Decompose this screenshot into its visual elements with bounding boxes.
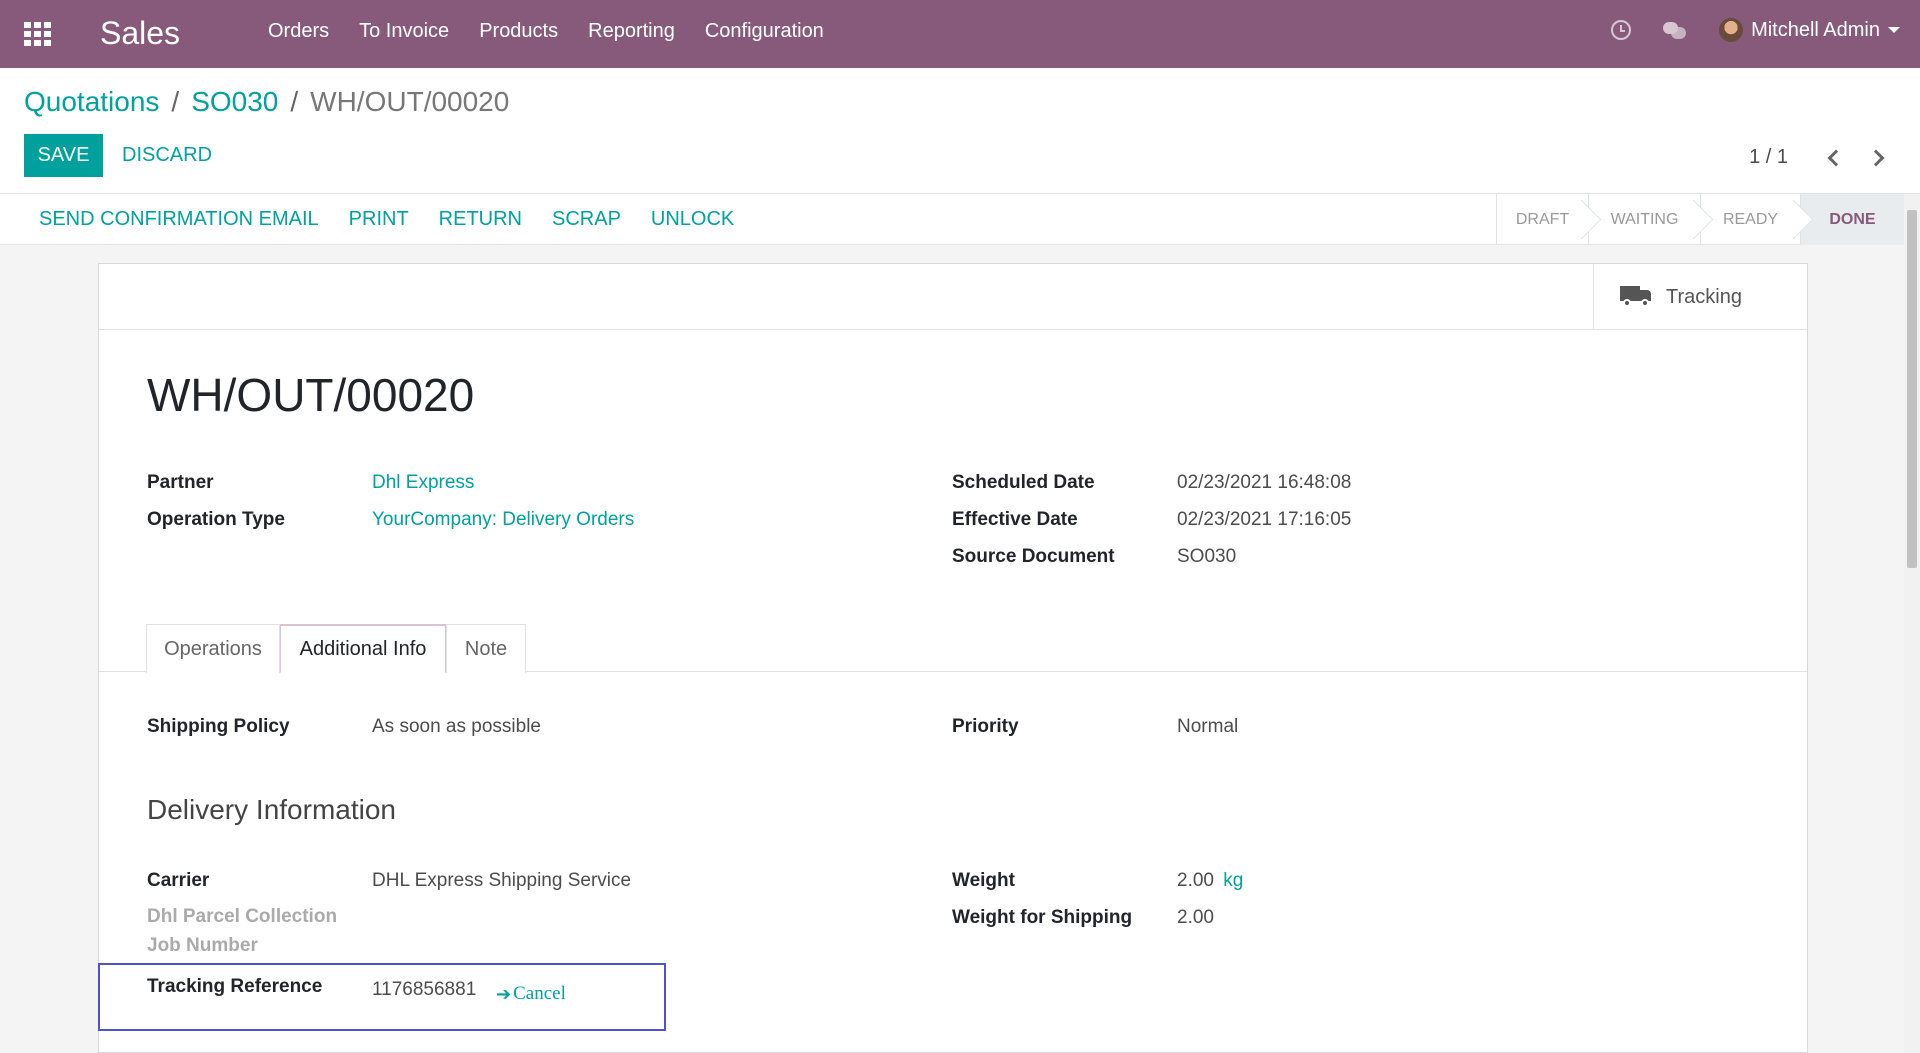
carrier-field[interactable]: DHL Express Shipping Service [372, 870, 631, 892]
print-button[interactable]: PRINT [349, 208, 409, 231]
tracking-smart-button[interactable]: Tracking [1593, 264, 1807, 330]
send-confirmation-email-button[interactable]: SEND CONFIRMATION EMAIL [39, 208, 319, 231]
effective-date-label: Effective Date [952, 509, 1078, 530]
weight-label: Weight [952, 870, 1015, 891]
stage-bar: DRAFT WAITING READY DONE [1496, 194, 1904, 245]
user-menu-name[interactable]: Mitchell Admin [1751, 19, 1880, 42]
breadcrumb-separator: / [171, 86, 180, 117]
form-statusbar: SEND CONFIRMATION EMAIL PRINT RETURN SCR… [0, 194, 1904, 245]
header-actions: SEND CONFIRMATION EMAIL PRINT RETURN SCR… [24, 194, 749, 245]
operation-type-field[interactable]: YourCompany: Delivery Orders [372, 509, 634, 531]
breadcrumb: Quotations / SO030 / WH/OUT/00020 [24, 86, 509, 118]
pager: 1 / 1 [1749, 146, 1896, 169]
menu-orders[interactable]: Orders [268, 20, 329, 43]
source-document-label: Source Document [952, 546, 1115, 567]
weight-unit-link[interactable]: kg [1223, 870, 1243, 891]
chevron-right-icon[interactable] [1867, 149, 1885, 166]
stage-done[interactable]: DONE [1800, 194, 1904, 245]
tab-operations[interactable]: Operations [146, 624, 280, 673]
shipping-policy-label: Shipping Policy [147, 716, 290, 737]
apps-grid-icon[interactable] [24, 22, 52, 46]
menu-reporting[interactable]: Reporting [588, 20, 675, 43]
page-scrollbar[interactable] [1904, 194, 1920, 1053]
app-brand[interactable]: Sales [100, 15, 180, 52]
unlock-button[interactable]: UNLOCK [651, 208, 734, 231]
effective-date-field[interactable]: 02/23/2021 17:16:05 [1177, 509, 1351, 531]
stage-label: DRAFT [1515, 210, 1570, 228]
priority-field[interactable]: Normal [1177, 716, 1238, 738]
priority-label: Priority [952, 716, 1019, 737]
scheduled-date-label: Scheduled Date [952, 472, 1095, 493]
truck-icon [1620, 286, 1652, 308]
scheduled-date-field[interactable]: 02/23/2021 16:48:08 [1177, 472, 1351, 494]
breadcrumb-separator: / [290, 86, 299, 117]
operation-type-label: Operation Type [147, 509, 285, 530]
caret-down-icon[interactable] [1888, 27, 1900, 33]
clock-icon[interactable] [1611, 20, 1632, 40]
arrow-right-icon: ➔ [496, 983, 512, 1005]
chat-icon[interactable] [1663, 20, 1687, 40]
weight-for-shipping-label: Weight for Shipping [952, 907, 1133, 928]
stage-waiting[interactable]: WAITING [1588, 194, 1700, 245]
scrollbar-thumb[interactable] [1907, 210, 1917, 568]
partner-field[interactable]: Dhl Express [372, 472, 474, 494]
record-title: WH/OUT/00020 [147, 369, 475, 421]
weight-value[interactable]: 2.00 [1177, 870, 1214, 891]
chevron-left-icon[interactable] [1827, 149, 1845, 166]
shipping-policy-field[interactable]: As soon as possible [372, 716, 541, 738]
stage-draft[interactable]: DRAFT [1496, 194, 1588, 245]
return-button[interactable]: RETURN [439, 208, 522, 231]
form-sheet: Tracking WH/OUT/00020 Partner Dhl Expres… [98, 263, 1808, 1053]
breadcrumb-current: WH/OUT/00020 [310, 86, 510, 117]
stage-label: WAITING [1610, 210, 1679, 228]
stage-label: DONE [1829, 210, 1876, 228]
notebook-tabs: Operations Additional Info Note [99, 624, 1807, 673]
weight-field: 2.00 kg [1177, 870, 1243, 892]
source-document-field[interactable]: SO030 [1177, 546, 1236, 568]
stage-label: READY [1722, 210, 1779, 228]
cancel-label: Cancel [513, 983, 566, 1004]
save-button[interactable]: SAVE [24, 134, 103, 177]
smart-button-box: Tracking [99, 264, 1807, 330]
partner-label: Partner [147, 472, 214, 493]
breadcrumb-quotations[interactable]: Quotations [24, 86, 159, 118]
tab-note[interactable]: Note [446, 624, 526, 673]
menu-to-invoice[interactable]: To Invoice [359, 20, 449, 43]
stage-ready[interactable]: READY [1700, 194, 1800, 245]
main-menu: Orders To Invoice Products Reporting Con… [268, 20, 854, 43]
menu-products[interactable]: Products [479, 20, 558, 43]
control-panel: Quotations / SO030 / WH/OUT/00020 SAVE D… [0, 68, 1920, 194]
navbar-systray: Mitchell Admin [1611, 18, 1900, 42]
tab-additional-info[interactable]: Additional Info [280, 624, 446, 673]
tracking-label: Tracking [1666, 285, 1742, 308]
avatar[interactable] [1719, 18, 1744, 42]
discard-button[interactable]: DISCARD [112, 134, 222, 177]
breadcrumb-so030[interactable]: SO030 [191, 86, 278, 118]
scrap-button[interactable]: SCRAP [552, 208, 621, 231]
dhl-parcel-label-line2: Job Number [147, 935, 258, 956]
tracking-reference-highlight [98, 963, 666, 1031]
cancel-tracking-link[interactable]: ➔ Cancel [496, 983, 566, 1005]
top-navbar: Sales Orders To Invoice Products Reporti… [0, 0, 1920, 68]
weight-for-shipping-field[interactable]: 2.00 [1177, 907, 1214, 929]
carrier-label: Carrier [147, 870, 210, 891]
pager-value[interactable]: 1 / 1 [1749, 146, 1788, 169]
menu-configuration[interactable]: Configuration [705, 20, 824, 43]
dhl-parcel-job-number-label: Dhl Parcel Collection Job Number [147, 902, 337, 960]
dhl-parcel-label-line1: Dhl Parcel Collection [147, 906, 338, 927]
delivery-information-title: Delivery Information [147, 794, 396, 825]
